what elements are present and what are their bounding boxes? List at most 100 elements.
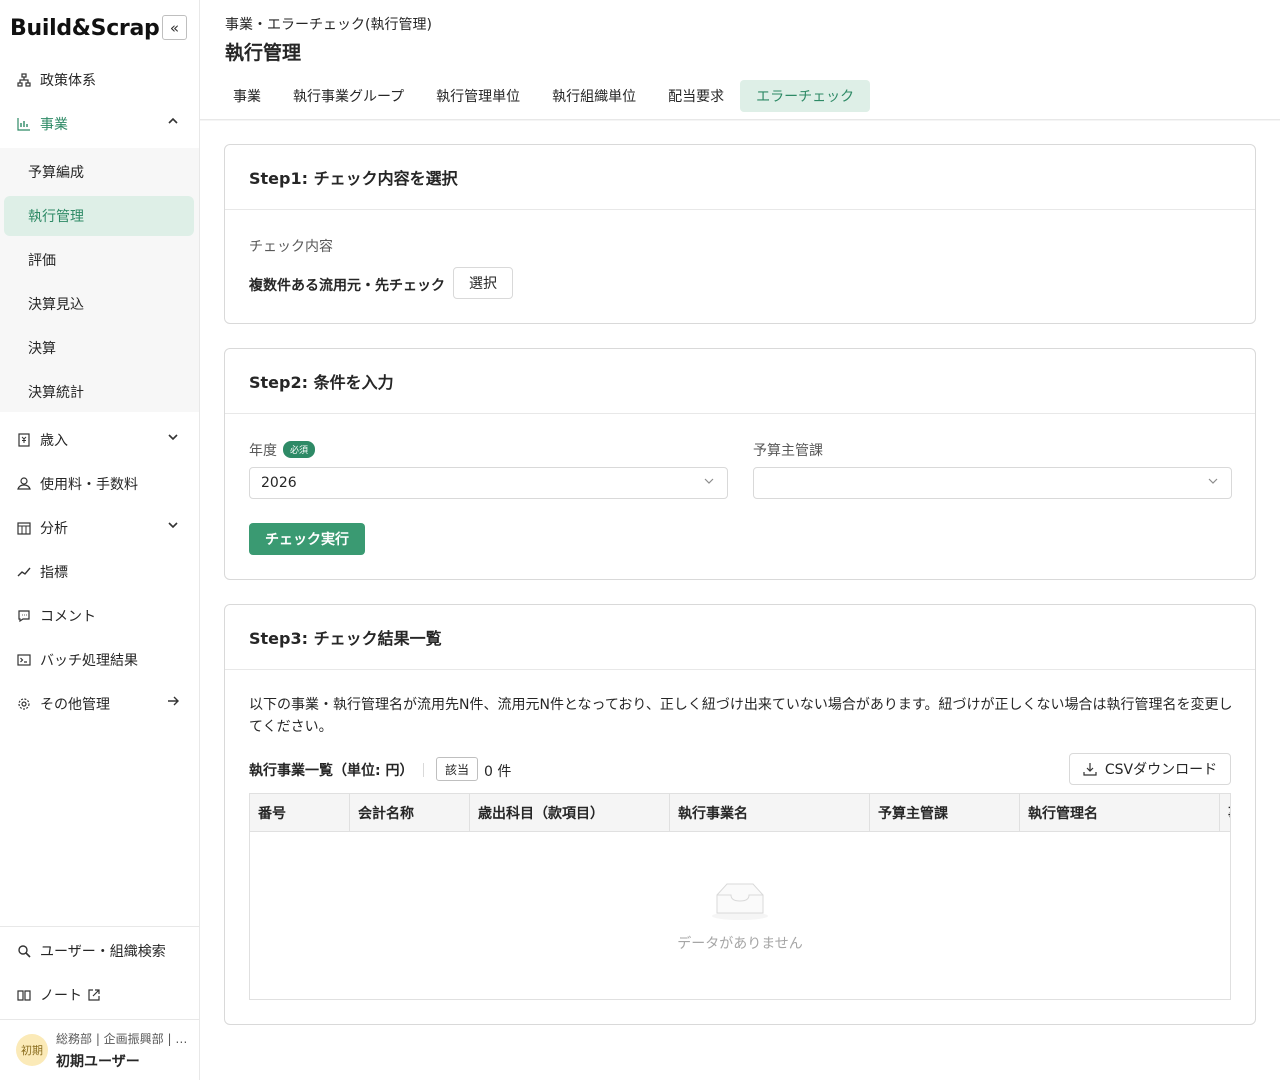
user-org: 総務部 | 企画振興部 | …	[56, 1031, 188, 1046]
sidebar-item-label: 指標	[40, 565, 68, 581]
user-info: 総務部 | 企画振興部 | … 初期ユーザー	[56, 1030, 187, 1071]
sidebar-item-label: 政策体系	[40, 73, 96, 89]
sidebar-item-user-search[interactable]: ユーザー・組織検索	[0, 929, 199, 973]
sidebar-item-revenue[interactable]: 歳入	[0, 418, 199, 462]
search-icon	[16, 943, 32, 959]
sidebar-item-fees[interactable]: 使用料・手数料	[0, 462, 199, 506]
sidebar-item-analysis[interactable]: 分析	[0, 506, 199, 550]
sub-item-settlement-stats[interactable]: 決算統計	[4, 372, 194, 412]
calendar-icon	[16, 520, 32, 536]
sub-item-settlement-forecast[interactable]: 決算見込	[4, 284, 194, 324]
column-header[interactable]: 事	[1220, 794, 1230, 832]
gear-icon	[16, 696, 32, 712]
user-name: 初期ユーザー	[56, 1053, 140, 1070]
collapse-sidebar-button[interactable]: «	[162, 15, 187, 40]
user-profile[interactable]: 初期 総務部 | 企画振興部 | … 初期ユーザー	[0, 1020, 199, 1080]
sub-item-evaluation[interactable]: 評価	[4, 240, 194, 280]
csv-download-label: CSVダウンロード	[1104, 762, 1218, 778]
column-header[interactable]: 執行事業名	[670, 794, 870, 832]
chevron-down-icon	[703, 475, 715, 490]
sidebar-item-policy[interactable]: 政策体系	[0, 58, 199, 102]
avatar: 初期	[16, 1034, 48, 1066]
divider	[423, 763, 424, 777]
year-select-value: 2026	[261, 475, 297, 491]
sidebar-item-indicators[interactable]: 指標	[0, 550, 199, 594]
coins-icon	[16, 476, 32, 492]
receipt-icon	[16, 432, 32, 448]
sidebar-item-label: バッチ処理結果	[40, 653, 138, 669]
chevron-down-icon	[1207, 475, 1219, 490]
download-icon	[1083, 762, 1097, 776]
sidebar-item-notes[interactable]: ノート	[0, 973, 199, 1017]
sidebar-item-label: ノート	[40, 988, 82, 1004]
sidebar-item-label: 事業	[40, 117, 68, 133]
sidebar-item-other[interactable]: その他管理	[0, 682, 199, 726]
sidebar-divider	[0, 926, 199, 927]
count-tag: 該当	[436, 757, 479, 781]
column-header[interactable]: 番号	[250, 794, 350, 832]
sidebar-item-batch[interactable]: バッチ処理結果	[0, 638, 199, 682]
result-count: 0 件	[484, 764, 512, 780]
year-select[interactable]: 2026	[249, 467, 728, 499]
bar-chart-icon	[16, 116, 32, 132]
external-link-icon	[87, 988, 101, 1002]
step1-card: Step1: チェック内容を選択 チェック内容 複数件ある流用元・先チェック 選…	[224, 144, 1256, 324]
page-header: 事業・エラーチェック(執行管理) 執行管理 事業 執行事業グループ 執行管理単位…	[200, 0, 1280, 120]
tab-execution-unit[interactable]: 執行管理単位	[420, 80, 536, 112]
empty-text: データがありません	[677, 936, 803, 952]
double-chevron-left-icon: «	[169, 18, 180, 37]
column-header[interactable]: 執行管理名	[1020, 794, 1220, 832]
year-label-text: 年度	[249, 443, 277, 459]
chevron-down-icon	[167, 431, 179, 446]
sidebar-item-business[interactable]: 事業	[0, 102, 199, 146]
sidebar-item-comments[interactable]: コメント	[0, 594, 199, 638]
run-check-button[interactable]: チェック実行	[249, 523, 365, 555]
sidebar-item-label: コメント	[40, 609, 96, 625]
empty-state: データがありません	[250, 834, 1230, 999]
select-check-button[interactable]: 選択	[453, 267, 513, 299]
tab-org-unit[interactable]: 執行組織単位	[536, 80, 652, 112]
chevron-up-icon	[167, 115, 179, 130]
sub-item-execution[interactable]: 執行管理	[4, 196, 194, 236]
sub-item-settlement[interactable]: 決算	[4, 328, 194, 368]
page-title: 執行管理	[225, 42, 302, 64]
sidebar-item-label: ユーザー・組織検索	[40, 944, 166, 960]
step3-card: Step3: チェック結果一覧 以下の事業・執行管理名が流用先N件、流用元N件と…	[224, 604, 1256, 1025]
tab-bar: 事業 執行事業グループ 執行管理単位 執行組織単位 配当要求 エラーチェック	[217, 80, 871, 112]
breadcrumb: 事業・エラーチェック(執行管理)	[225, 17, 432, 33]
sidebar: Build&Scrap « 政策体系 事業 予算編成 執行管理 評価 決算見込 …	[0, 0, 200, 1080]
chevron-down-icon	[167, 519, 179, 534]
app-logo[interactable]: Build&Scrap	[10, 16, 160, 41]
column-header[interactable]: 歳出科目（款項目）	[470, 794, 670, 832]
tab-execution-group[interactable]: 執行事業グループ	[277, 80, 420, 112]
column-header[interactable]: 予算主管課	[870, 794, 1020, 832]
sidebar-item-label: 使用料・手数料	[40, 477, 138, 493]
required-badge: 必須	[283, 441, 316, 458]
trend-icon	[16, 564, 32, 580]
step1-title: Step1: チェック内容を選択	[225, 145, 1255, 210]
sidebar-item-label: その他管理	[40, 697, 110, 713]
csv-download-button[interactable]: CSVダウンロード	[1069, 753, 1231, 785]
dept-label: 予算主管課	[753, 443, 823, 459]
book-icon	[16, 987, 32, 1003]
sitemap-icon	[16, 72, 32, 88]
comment-icon	[16, 608, 32, 624]
step2-card: Step2: 条件を入力 年度 必須 2026 予算主管課 チェック実行	[224, 348, 1256, 580]
empty-box-icon	[708, 881, 772, 925]
tab-error-check[interactable]: エラーチェック	[740, 80, 871, 112]
check-content-label: チェック内容	[249, 239, 333, 255]
step2-title: Step2: 条件を入力	[225, 349, 1255, 414]
terminal-icon	[16, 652, 32, 668]
result-table: 番号 会計名称 歳出科目（款項目） 執行事業名 予算主管課 執行管理名 事 デー…	[249, 793, 1231, 1000]
dept-select[interactable]	[753, 467, 1232, 499]
business-submenu: 予算編成 執行管理 評価 決算見込 決算 決算統計	[0, 148, 199, 412]
step3-title: Step3: チェック結果一覧	[225, 605, 1255, 670]
column-header[interactable]: 会計名称	[350, 794, 470, 832]
year-label: 年度 必須	[249, 440, 316, 460]
result-description: 以下の事業・執行管理名が流用先N件、流用元N件となっており、正しく紐づけ出来てい…	[249, 697, 1233, 735]
sidebar-item-label: 歳入	[40, 433, 68, 449]
sub-item-budget[interactable]: 予算編成	[4, 152, 194, 192]
list-title: 執行事業一覧（単位: 円）	[249, 763, 414, 779]
tab-business[interactable]: 事業	[217, 80, 277, 112]
tab-allocation-request[interactable]: 配当要求	[652, 80, 740, 112]
